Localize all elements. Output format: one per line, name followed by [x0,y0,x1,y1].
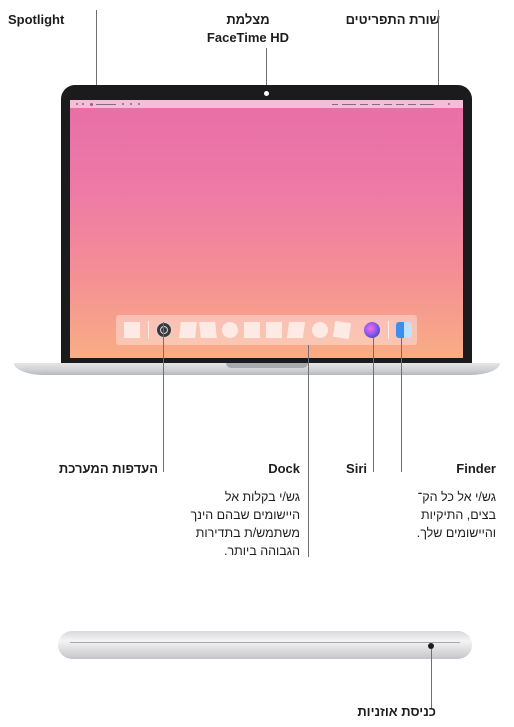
gear-icon [160,326,168,334]
laptop-opening-notch [226,363,308,368]
facetime-camera-label-line1: מצלמת [226,12,270,27]
spotlight-label: Spotlight [8,12,65,27]
facetime-camera [264,91,269,96]
dock-app-icon[interactable] [286,322,306,338]
status-item [332,103,338,105]
dock-description-line: היישומים שבהם הינך [190,508,300,522]
dock-separator [388,321,389,339]
dock-app-icon[interactable] [332,320,352,340]
dock [116,315,417,345]
menu-bar-label: שורת התפריטים [345,12,440,27]
dock-description-line: משתמש/ת בתדירות [195,526,300,540]
system-preferences-label: העדפות המערכת [58,461,158,476]
system-prefs-callout-line [163,322,164,472]
status-item [448,103,450,105]
laptop-side-view [58,631,472,659]
spotlight-icon [90,102,93,106]
siri-callout-line [373,338,374,472]
menu-item [96,103,116,105]
siri-icon[interactable] [364,322,380,338]
apple-menu-icon [76,103,78,105]
finder-description-line: והיישומים שלך. [416,526,496,540]
laptop-screen [70,100,463,358]
finder-callout-line [401,338,402,472]
menu-item [138,103,140,105]
finder-label: Finder [456,461,496,476]
status-item [384,103,392,105]
system-preferences-icon[interactable] [156,322,172,338]
status-item [396,103,404,105]
dock-app-icon[interactable] [124,322,140,338]
dock-app-icon[interactable] [244,322,260,338]
menu-item [82,103,84,105]
facetime-camera-label-line2: FaceTime HD [206,30,290,45]
dock-app-icon[interactable] [222,322,238,338]
menu-item [130,103,132,105]
headphone-jack-label: כניסת אוזניות [357,704,436,719]
dock-app-icon[interactable] [199,322,217,338]
status-item [342,103,356,105]
dock-description-line: גש/י בקלות אל [224,490,300,504]
menu-bar [70,100,463,108]
camera-callout-line [266,48,267,90]
menu-item [122,103,124,105]
status-item [420,103,434,105]
lid-seam [70,642,460,643]
dock-label: Dock [268,461,300,476]
dock-description-line: הגבוהה ביותר. [223,544,300,558]
dock-separator [148,321,149,339]
dock-callout-line [308,345,309,557]
status-item [360,103,368,105]
status-item [372,103,380,105]
dock-app-icon[interactable] [266,322,282,338]
finder-icon[interactable] [396,322,412,338]
dock-app-icon[interactable] [312,322,328,338]
dock-app-icon[interactable] [179,322,197,338]
finder-description-line: גש/י אל כל הק־ [417,490,496,504]
siri-label: Siri [346,461,367,476]
finder-description-line: בצים, התיקיות [420,508,496,522]
headphone-callout-line [431,649,432,709]
status-item [408,103,416,105]
